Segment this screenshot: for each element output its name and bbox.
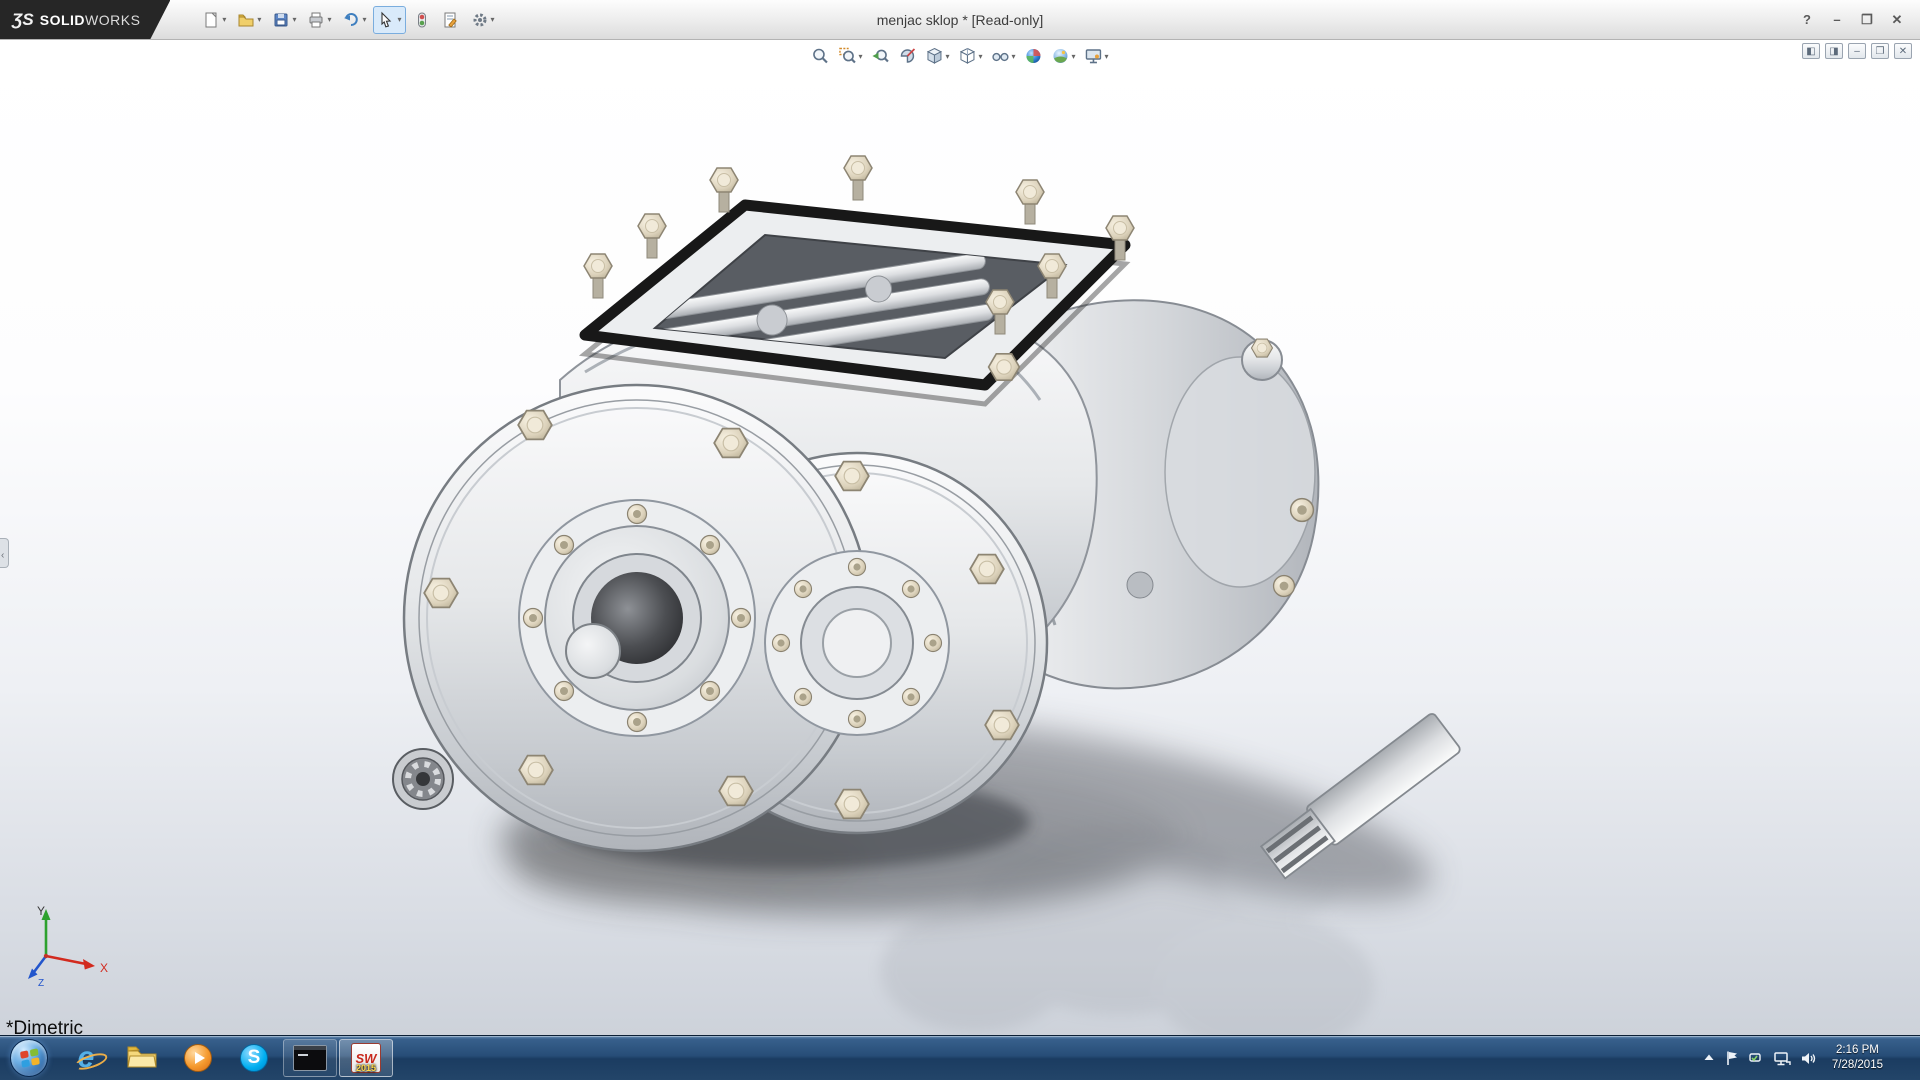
section-view-button[interactable]	[897, 45, 917, 67]
rear-bolt	[1291, 499, 1314, 522]
open-folder-icon	[237, 11, 255, 29]
main-toolbar	[198, 6, 498, 34]
solidworks-brand: ƷS SOLIDWORKS	[0, 0, 170, 39]
gearbox-3d-model[interactable]	[0, 40, 1920, 1035]
input-hub	[519, 500, 755, 736]
command-prompt-icon	[293, 1045, 327, 1071]
undo-button[interactable]	[338, 6, 370, 34]
view-settings-icon	[1085, 47, 1103, 65]
solidworks-app-icon: SW 2015	[351, 1043, 381, 1073]
network-icon[interactable]	[1773, 1051, 1791, 1066]
printer-icon	[307, 11, 325, 29]
remove-hardware-icon[interactable]	[1748, 1051, 1764, 1065]
new-document-button[interactable]	[198, 6, 230, 34]
action-center-flag-icon[interactable]	[1725, 1050, 1739, 1066]
open-button[interactable]	[233, 6, 265, 34]
volume-icon[interactable]	[1800, 1051, 1817, 1066]
doc-close-button[interactable]: ✕	[1894, 43, 1912, 59]
scene-ball-icon	[1052, 47, 1070, 65]
rear-bolt	[1252, 339, 1273, 357]
titlebar: ƷS SOLIDWORKS	[0, 0, 1920, 40]
display-style-button[interactable]	[957, 45, 983, 67]
file-properties-icon	[442, 11, 460, 29]
taskbar-clock[interactable]: 2:16 PM 7/28/2015	[1826, 1043, 1889, 1073]
select-cursor-icon	[377, 11, 395, 29]
rebuild-traffic-icon	[413, 11, 431, 29]
axis-x-label: X	[100, 961, 108, 975]
secondary-hub	[765, 551, 949, 735]
window-controls: ? – ❐ ✕	[1794, 10, 1920, 30]
edit-appearance-button[interactable]	[1024, 45, 1044, 67]
desktop: ƷS SOLIDWORKS	[0, 0, 1920, 1080]
section-view-icon	[898, 47, 916, 65]
taskbar-item-windows-explorer[interactable]	[115, 1039, 169, 1077]
save-floppy-icon	[272, 11, 290, 29]
rebuild-button[interactable]	[409, 6, 435, 34]
display-style-icon	[958, 47, 976, 65]
previous-view-icon	[871, 47, 889, 65]
apply-scene-button[interactable]	[1051, 45, 1077, 67]
taskbar-item-skype[interactable]: S	[227, 1039, 281, 1077]
windows-orb-icon	[10, 1039, 48, 1077]
options-button[interactable]	[467, 6, 499, 34]
rear-bolt	[1274, 576, 1295, 597]
gear-icon	[471, 11, 489, 29]
view-orientation-label: *Dimetric	[6, 1018, 83, 1035]
pane-right-button[interactable]: ◨	[1825, 43, 1843, 59]
undo-arrow-icon	[342, 11, 360, 29]
solidworks-logo-icon: ƷS	[12, 10, 34, 30]
zoom-to-area-icon	[838, 47, 856, 65]
minimize-button[interactable]: –	[1824, 10, 1850, 30]
feature-panel-collapse-tab[interactable]	[0, 538, 9, 568]
appearance-ball-icon	[1025, 47, 1043, 65]
file-properties-button[interactable]	[438, 6, 464, 34]
system-tray: 2:16 PM 7/28/2015	[1702, 1036, 1920, 1080]
media-player-icon	[184, 1044, 212, 1072]
clock-time: 2:16 PM	[1832, 1043, 1883, 1058]
brand-text-solid: SOLID	[40, 12, 85, 28]
view-cube-icon	[925, 47, 943, 65]
zoom-to-fit-button[interactable]	[810, 45, 830, 67]
zoom-to-area-button[interactable]	[837, 45, 863, 67]
view-orientation-button[interactable]	[924, 45, 950, 67]
hide-show-items-button[interactable]	[991, 45, 1017, 67]
new-document-icon	[202, 11, 220, 29]
graphics-viewport[interactable]: ◧ ◨ – ❐ ✕ Y X Z *Dimetric	[0, 40, 1920, 1035]
reference-triad: Y X Z	[24, 904, 120, 995]
doc-minimize-button[interactable]: –	[1848, 43, 1866, 59]
select-button[interactable]	[373, 6, 405, 34]
maximize-button[interactable]: ❐	[1854, 10, 1880, 30]
axis-z-label: Z	[38, 978, 44, 989]
save-button[interactable]	[268, 6, 300, 34]
print-button[interactable]	[303, 6, 335, 34]
brand-text-works: WORKS	[85, 12, 140, 28]
taskbar-item-command-prompt[interactable]	[283, 1039, 337, 1077]
clock-date: 7/28/2015	[1832, 1058, 1883, 1073]
close-button[interactable]: ✕	[1884, 10, 1910, 30]
view-settings-button[interactable]	[1084, 45, 1110, 67]
doc-restore-button[interactable]: ❐	[1871, 43, 1889, 59]
show-hidden-icons-button[interactable]	[1702, 1051, 1716, 1065]
document-window-controls: ◧ ◨ – ❐ ✕	[1802, 43, 1912, 59]
help-button[interactable]: ?	[1794, 10, 1820, 30]
taskbar-item-internet-explorer[interactable]: e	[59, 1039, 113, 1077]
solidworks-version-badge: 2015	[352, 1063, 380, 1073]
pane-left-button[interactable]: ◧	[1802, 43, 1820, 59]
folder-icon	[126, 1043, 158, 1074]
skype-icon: S	[240, 1044, 268, 1072]
previous-view-button[interactable]	[870, 45, 890, 67]
headsup-view-toolbar	[802, 43, 1117, 69]
zoom-to-fit-icon	[811, 47, 829, 65]
window-title: menjac sklop * [Read-only]	[877, 12, 1044, 28]
glasses-icon	[992, 47, 1010, 65]
start-button[interactable]	[0, 1036, 58, 1080]
windows-taskbar: e S SW 2015 2:16 PM	[0, 1035, 1920, 1080]
taskbar-item-solidworks[interactable]: SW 2015	[339, 1039, 393, 1077]
taskbar-item-media-player[interactable]	[171, 1039, 225, 1077]
internet-explorer-icon: e	[78, 1043, 95, 1073]
